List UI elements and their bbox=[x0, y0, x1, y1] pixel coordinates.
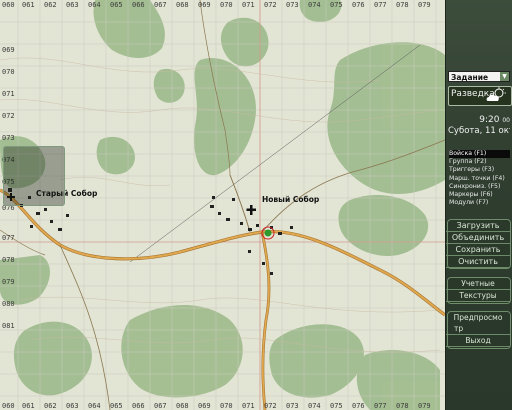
preview-button-cont[interactable]: тр bbox=[446, 323, 510, 335]
svg-text:075: 075 bbox=[330, 402, 343, 410]
svg-text:070: 070 bbox=[220, 402, 233, 410]
merge-button[interactable]: Объединить bbox=[446, 232, 510, 244]
clear-button[interactable]: Очистить bbox=[446, 256, 510, 268]
save-button[interactable]: Сохранить bbox=[446, 244, 510, 256]
mode-sync[interactable]: Синхрониз. (F5) bbox=[449, 183, 510, 191]
svg-text:079: 079 bbox=[418, 402, 431, 410]
svg-text:081: 081 bbox=[2, 322, 15, 330]
svg-text:077: 077 bbox=[374, 402, 387, 410]
mode-triggers[interactable]: Триггеры (F3) bbox=[449, 166, 510, 174]
svg-text:066: 066 bbox=[132, 402, 145, 410]
exit-button[interactable]: Выход bbox=[446, 335, 510, 347]
svg-text:074: 074 bbox=[308, 402, 321, 410]
svg-text:070: 070 bbox=[2, 68, 15, 76]
editor-screen: Старый Собор Новый Собор 060 061 062 063… bbox=[0, 0, 512, 410]
svg-text:078: 078 bbox=[396, 402, 409, 410]
svg-text:063: 063 bbox=[66, 402, 79, 410]
svg-text:066: 066 bbox=[132, 1, 145, 9]
svg-text:068: 068 bbox=[176, 402, 189, 410]
svg-text:068: 068 bbox=[176, 1, 189, 9]
svg-text:078: 078 bbox=[2, 256, 15, 264]
svg-text:065: 065 bbox=[110, 1, 123, 9]
textures-button[interactable]: Текстуры bbox=[446, 290, 510, 302]
svg-text:072: 072 bbox=[264, 402, 277, 410]
svg-text:080: 080 bbox=[2, 300, 15, 308]
mode-markers[interactable]: Маркеры (F6) bbox=[449, 191, 510, 199]
cloud-sun-icon bbox=[486, 87, 506, 101]
svg-text:071: 071 bbox=[242, 1, 255, 9]
svg-text:075: 075 bbox=[330, 1, 343, 9]
svg-text:074: 074 bbox=[308, 1, 321, 9]
editor-modes-list: Войска (F1) Группа (F2) Триггеры (F3) Ма… bbox=[449, 150, 510, 207]
svg-text:062: 062 bbox=[44, 1, 57, 9]
svg-text:073: 073 bbox=[286, 402, 299, 410]
svg-text:069: 069 bbox=[2, 46, 15, 54]
svg-text:071: 071 bbox=[2, 90, 15, 98]
load-button[interactable]: Загрузить bbox=[446, 220, 510, 232]
svg-text:079: 079 bbox=[2, 278, 15, 286]
svg-text:073: 073 bbox=[286, 1, 299, 9]
extra-buttons: Учетные Текстуры bbox=[446, 278, 510, 302]
svg-text:064: 064 bbox=[88, 1, 101, 9]
svg-text:061: 061 bbox=[22, 402, 35, 410]
svg-text:071: 071 bbox=[242, 402, 255, 410]
svg-text:065: 065 bbox=[110, 402, 123, 410]
mission-time[interactable]: 9:20 00 bbox=[448, 115, 510, 125]
svg-text:062: 062 bbox=[44, 402, 57, 410]
svg-text:067: 067 bbox=[154, 402, 167, 410]
svg-text:064: 064 bbox=[88, 402, 101, 410]
svg-text:073: 073 bbox=[2, 134, 15, 142]
svg-text:061: 061 bbox=[22, 1, 35, 9]
svg-text:076: 076 bbox=[352, 1, 365, 9]
mission-date[interactable]: Субота, 11 окт bbox=[448, 126, 510, 136]
svg-text:079: 079 bbox=[418, 1, 431, 9]
modes-frame bbox=[3, 146, 65, 206]
svg-text:077: 077 bbox=[374, 1, 387, 9]
svg-text:067: 067 bbox=[154, 1, 167, 9]
svg-text:060: 060 bbox=[2, 402, 15, 410]
preview-button[interactable]: Предпросмо bbox=[446, 312, 510, 323]
file-buttons: Загрузить Объединить Сохранить Очистить bbox=[446, 220, 510, 268]
accounts-button[interactable]: Учетные bbox=[446, 278, 510, 290]
mode-modules[interactable]: Модули (F7) bbox=[449, 199, 510, 207]
svg-text:078: 078 bbox=[396, 1, 409, 9]
mode-waypoints[interactable]: Марш. точки (F4) bbox=[449, 175, 510, 183]
svg-text:063: 063 bbox=[66, 1, 79, 9]
map-view[interactable]: Старый Собор Новый Собор 060 061 062 063… bbox=[0, 0, 512, 410]
svg-text:077: 077 bbox=[2, 234, 15, 242]
mode-units[interactable]: Войска (F1) bbox=[449, 150, 510, 159]
svg-text:072: 072 bbox=[264, 1, 277, 9]
chevron-down-icon[interactable]: ▼ bbox=[500, 72, 509, 81]
svg-text:060: 060 bbox=[2, 1, 15, 9]
svg-text:072: 072 bbox=[2, 112, 15, 120]
svg-text:069: 069 bbox=[198, 402, 211, 410]
place-label-new-sobor: Новый Собор bbox=[262, 195, 320, 204]
mode-dropdown-value: Задание bbox=[451, 73, 489, 82]
preview-buttons: Предпросмо тр Выход bbox=[446, 312, 510, 347]
svg-text:070: 070 bbox=[220, 1, 233, 9]
mode-groups[interactable]: Группа (F2) bbox=[449, 158, 510, 166]
svg-text:076: 076 bbox=[352, 402, 365, 410]
mode-dropdown[interactable]: Задание ▼ bbox=[448, 71, 510, 82]
svg-text:069: 069 bbox=[198, 1, 211, 9]
